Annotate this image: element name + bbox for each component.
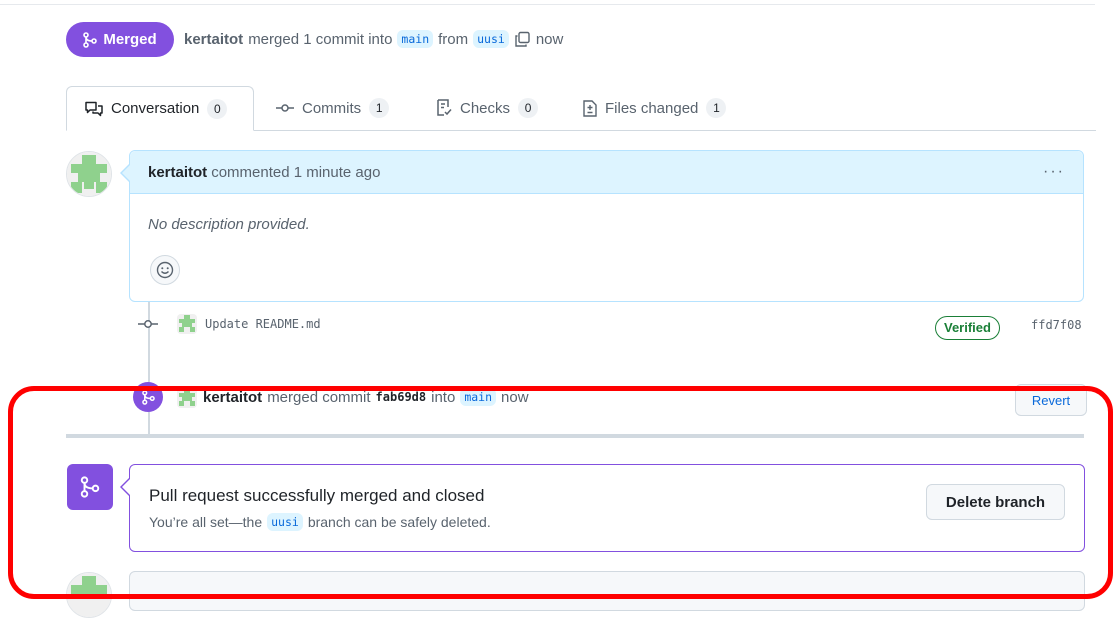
avatar[interactable] [66,572,112,618]
new-comment-box[interactable] [129,571,1085,611]
merged-status-icon-box [67,464,113,510]
merged-status-subtitle: You’re all set—the uusi branch can be sa… [149,513,491,531]
git-commit-icon [276,104,294,112]
git-merge-icon [141,389,155,405]
identicon-avatar-icon [67,152,111,196]
git-commit-icon [138,320,158,328]
pr-summary: kertaitot merged 1 commit into main from… [184,30,563,48]
head-branch-label[interactable]: uusi [473,30,509,48]
more-options-icon[interactable]: ··· [1043,163,1065,181]
git-merge-icon [80,476,100,498]
merge-base-branch-label[interactable]: main [460,388,497,406]
tab-checks[interactable]: Checks 0 [436,86,539,130]
tab-commits[interactable]: Commits 1 [276,86,390,130]
merge-author-avatar-icon[interactable] [177,388,197,408]
merged-state-label: Merged [103,31,157,48]
merged-status-box: Pull request successfully merged and clo… [129,464,1085,552]
merge-event-time: now [501,388,529,406]
tab-conversation-count: 0 [207,98,228,119]
pr-summary-merged-text: merged 1 commit into [248,30,393,48]
merge-event-merged-text: merged commit [267,388,371,406]
git-merge-icon [83,31,98,48]
delete-branch-button[interactable]: Delete branch [926,484,1065,520]
base-branch-label[interactable]: main [397,30,434,48]
merge-event: kertaitot merged commit fab69d8 into mai… [133,382,1087,416]
smiley-icon [156,261,174,279]
revert-button[interactable]: Revert [1015,384,1087,416]
merge-event-text: kertaitot merged commit fab69d8 into mai… [203,388,529,406]
comment-discussion-icon [85,101,103,116]
merged-state-badge: Merged [66,22,174,57]
commit-row: Update README.md Verified ffd7f08 [138,312,1088,340]
comment-action-text: commented 1 minute ago [211,163,381,181]
comment-box: kertaitot commented 1 minute ago ··· No … [129,150,1084,302]
tab-files-changed[interactable]: Files changed 1 [583,86,727,130]
merge-author-link[interactable]: kertaitot [203,389,262,406]
tab-commits-count: 1 [369,98,390,118]
verified-badge[interactable]: Verified [935,316,1000,340]
timeline-divider [66,434,1084,438]
add-reaction-button[interactable] [150,255,180,285]
merged-status-title: Pull request successfully merged and clo… [149,486,485,505]
tab-checks-label: Checks [460,99,511,117]
comment-body: No description provided. [148,216,310,233]
file-diff-icon [583,99,597,117]
tab-files-changed-count: 1 [706,98,727,118]
comment-header: kertaitot commented 1 minute ago ··· [130,151,1083,194]
tab-conversation[interactable]: Conversation 0 [66,86,254,131]
merged-box-caret-inner [122,479,130,495]
tab-conversation-label: Conversation [111,100,200,117]
merged-status-suffix: branch can be safely deleted. [307,514,491,530]
checklist-icon [437,99,452,116]
tab-checks-count: 0 [518,98,539,118]
identicon-avatar-icon [67,573,111,617]
deletable-branch-label[interactable]: uusi [267,513,303,531]
comment-author-link[interactable]: kertaitot [148,164,207,181]
tab-files-changed-label: Files changed [605,99,699,117]
merge-event-badge [133,382,163,412]
comment-caret-inner [122,165,130,181]
pr-author-link[interactable]: kertaitot [184,31,243,48]
commit-message-link[interactable]: Update README.md [205,317,321,331]
merge-commit-sha-link[interactable]: fab69d8 [376,390,427,404]
merged-status-prefix: You’re all set—the [149,514,263,530]
copy-icon[interactable] [514,31,531,48]
commit-author-avatar-icon[interactable] [177,314,197,334]
avatar[interactable] [66,151,112,197]
pr-merge-time: now [535,30,564,48]
merge-event-into-text: into [431,388,456,406]
commit-sha-link[interactable]: ffd7f08 [1031,318,1082,332]
pr-summary-from-text: from [438,30,469,48]
top-divider [0,4,1095,5]
tab-commits-label: Commits [302,99,362,117]
